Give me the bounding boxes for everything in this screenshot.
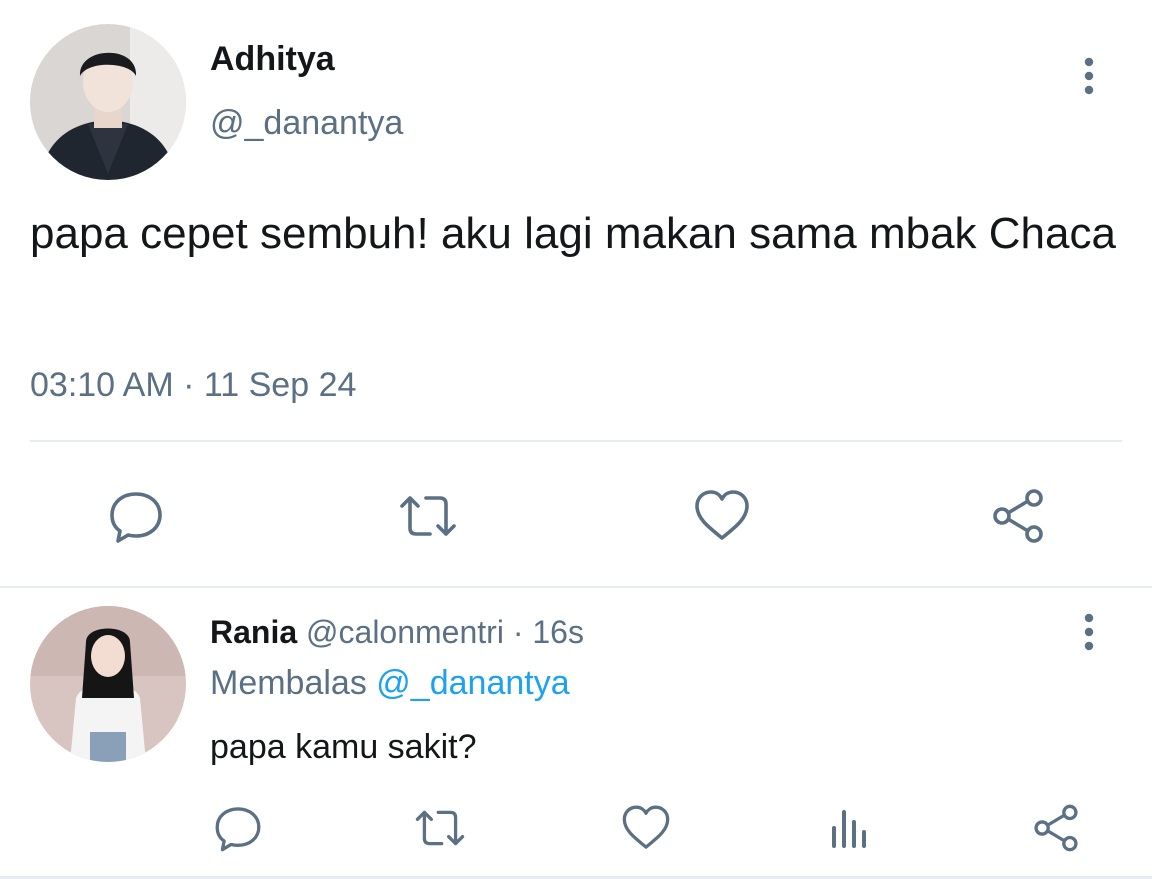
avatar-rania[interactable] [30, 606, 186, 762]
reply-analytics-button[interactable] [818, 796, 882, 860]
tweet-date: 11 Sep 24 [203, 366, 357, 404]
reply-reply-button[interactable] [206, 796, 270, 860]
reply-icon [110, 492, 162, 543]
analytics-icon [832, 810, 866, 848]
tweet-text: papa cepet sembuh! aku lagi makan sama m… [30, 209, 1116, 258]
retweet-button[interactable] [396, 484, 460, 548]
divider [0, 586, 1152, 588]
more-options-button[interactable] [1072, 56, 1106, 96]
retweet-icon [415, 810, 465, 846]
more-vertical-icon [1084, 613, 1094, 651]
meta-separator: · [183, 366, 195, 404]
avatar-image [30, 24, 186, 180]
replying-to-mention[interactable]: @_danantya [376, 664, 569, 702]
reply-more-options-button[interactable] [1072, 612, 1106, 652]
divider [30, 440, 1122, 442]
avatar-adhitya[interactable] [30, 24, 186, 180]
reply-author-handle[interactable]: @calonmentri [306, 614, 504, 650]
retweet-icon [400, 496, 456, 536]
reply-header: Rania @calonmentri · 16s [210, 614, 584, 651]
author-name[interactable]: Adhitya [210, 40, 335, 79]
share-icon [1034, 804, 1078, 852]
reply-icon [215, 807, 261, 852]
meta-separator: · [512, 614, 524, 650]
reply-age: 16s [532, 614, 584, 650]
tweet-timestamp: 03:10 AM · 11 Sep 24 [30, 366, 356, 405]
author-handle[interactable]: @_danantya [210, 104, 403, 143]
replying-to: Membalas @_danantya [210, 664, 570, 703]
reply-retweet-button[interactable] [408, 796, 472, 860]
more-vertical-icon [1084, 57, 1094, 95]
avatar-image [30, 606, 186, 762]
like-icon [695, 490, 749, 540]
reply-share-button[interactable] [1024, 796, 1088, 860]
like-icon [622, 805, 670, 849]
reply-author-name[interactable]: Rania [210, 614, 297, 650]
replying-prefix: Membalas [210, 664, 367, 702]
reply-button[interactable] [104, 484, 168, 548]
share-button[interactable] [986, 484, 1050, 548]
tweet-time: 03:10 AM [30, 366, 174, 404]
like-button[interactable] [690, 484, 754, 548]
reply-like-button[interactable] [614, 796, 678, 860]
share-icon [993, 489, 1043, 543]
reply-text: papa kamu sakit? [210, 728, 477, 766]
